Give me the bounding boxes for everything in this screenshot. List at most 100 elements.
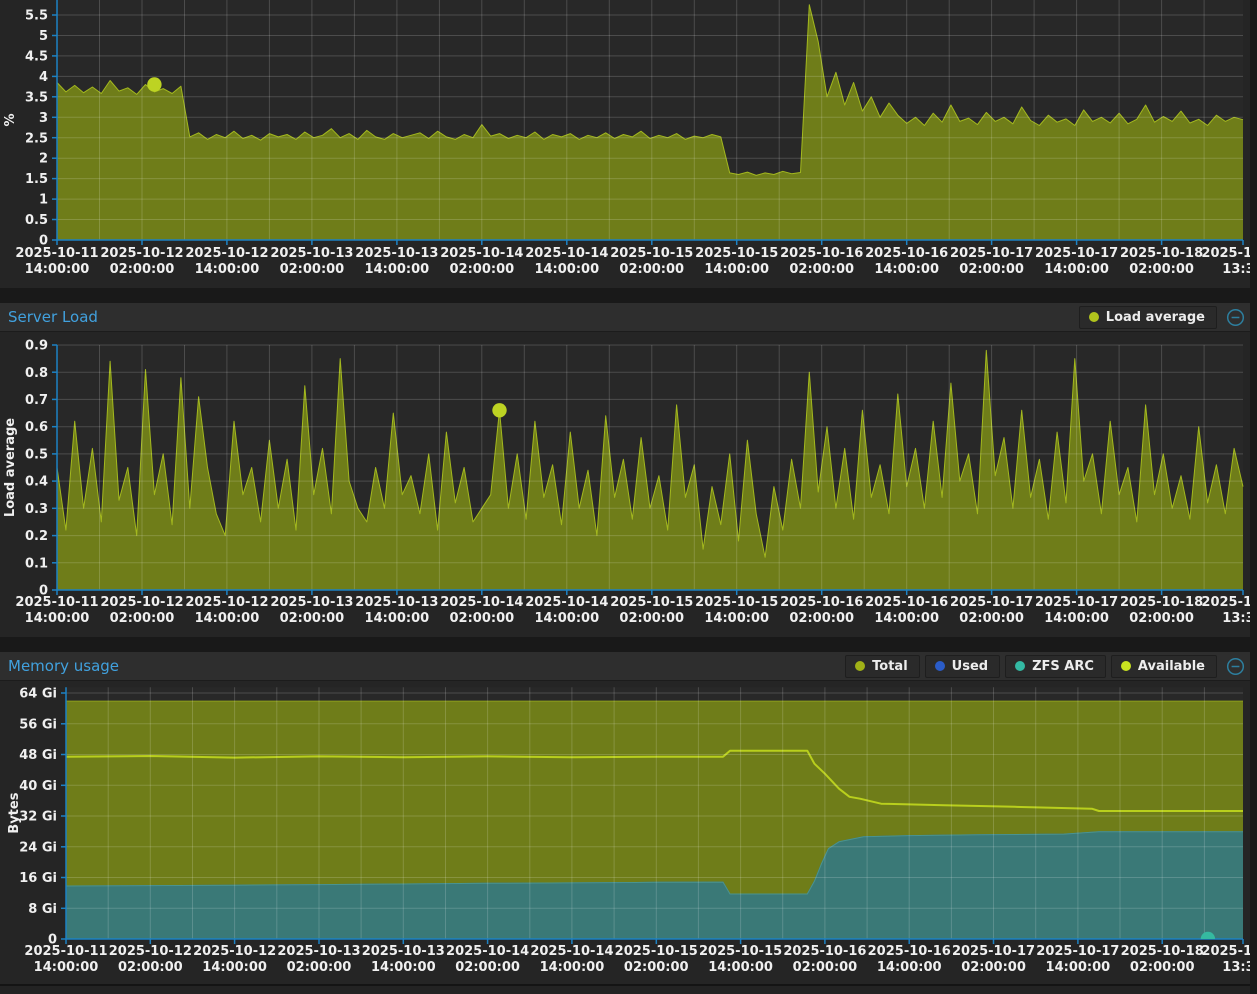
x-tick-label: 2025-10-1714:00:00 xyxy=(1035,595,1118,626)
x-tick-label: 2025-10-1114:00:00 xyxy=(15,595,98,626)
y-tick-label: 0.9 xyxy=(25,339,48,354)
x-tick-label: 2025-10-1813:30 xyxy=(1201,595,1257,626)
legend-item-load-average[interactable]: Load average xyxy=(1079,306,1217,329)
y-tick-label: 2 xyxy=(39,152,48,167)
y-tick-label: 8 Gi xyxy=(28,902,57,917)
series-color-dot xyxy=(1121,661,1131,671)
x-tick-label: 2025-10-1702:00:00 xyxy=(950,246,1033,277)
x-tick-label: 2025-10-1402:00:00 xyxy=(440,246,523,277)
highlighted-point-marker xyxy=(147,77,161,91)
x-tick-label: 2025-10-1414:00:00 xyxy=(530,944,613,975)
server-load-header: Server Load Load average xyxy=(0,303,1257,332)
y-tick-label: 32 Gi xyxy=(19,810,57,825)
y-tick-label: 48 Gi xyxy=(19,748,57,763)
x-tick-label: 2025-10-1214:00:00 xyxy=(185,595,268,626)
legend-item-available[interactable]: Available xyxy=(1111,655,1217,678)
y-tick-label: 40 Gi xyxy=(19,779,57,794)
x-tick-label: 2025-10-1302:00:00 xyxy=(270,246,353,277)
memory-usage-panel: Memory usage TotalUsedZFS ARCAvailable 0… xyxy=(0,652,1257,984)
legend-item-used[interactable]: Used xyxy=(925,655,1000,678)
x-tick-label: 2025-10-1702:00:00 xyxy=(950,595,1033,626)
x-tick-label: 2025-10-1202:00:00 xyxy=(100,595,183,626)
x-tick-label: 2025-10-1214:00:00 xyxy=(193,944,276,975)
legend-label: Load average xyxy=(1106,310,1205,325)
series-color-dot xyxy=(855,661,865,671)
y-axis-title: Bytes xyxy=(7,792,22,833)
x-tick-label: 2025-10-1614:00:00 xyxy=(865,246,948,277)
y-tick-label: 4.5 xyxy=(25,49,48,64)
series-color-dot xyxy=(1089,312,1099,322)
x-axis-labels: 2025-10-1114:00:002025-10-1202:00:002025… xyxy=(24,944,1257,975)
x-tick-label: 2025-10-1414:00:00 xyxy=(525,595,608,626)
x-tick-label: 2025-10-1614:00:00 xyxy=(868,944,951,975)
y-tick-label: 0.3 xyxy=(25,502,48,517)
point-markers xyxy=(147,77,161,91)
x-tick-label: 2025-10-1502:00:00 xyxy=(615,944,698,975)
x-tick-label: 2025-10-1602:00:00 xyxy=(780,595,863,626)
series-color-dot xyxy=(935,661,945,671)
x-tick-label: 2025-10-1802:00:00 xyxy=(1120,595,1203,626)
y-axis-labels: 00.10.20.30.40.50.60.70.80.9 xyxy=(25,339,48,599)
memory-usage-header: Memory usage Total Used ZFS ARC Available xyxy=(0,652,1257,681)
legend-label: Available xyxy=(1138,659,1205,674)
y-tick-label: 1.5 xyxy=(25,172,48,187)
x-tick-label: 2025-10-1714:00:00 xyxy=(1036,944,1119,975)
server-load-legend: Load average xyxy=(1079,306,1217,329)
circled-minus-icon xyxy=(1226,657,1245,676)
legend-item-total[interactable]: Total xyxy=(845,655,920,678)
x-tick-label: 2025-10-1314:00:00 xyxy=(362,944,445,975)
x-tick-label: 2025-10-1614:00:00 xyxy=(865,595,948,626)
collapse-panel-button[interactable] xyxy=(1226,308,1245,327)
x-tick-label: 2025-10-1202:00:00 xyxy=(109,944,192,975)
memory-usage-chart[interactable]: 08 Gi16 Gi24 Gi32 Gi40 Gi48 Gi56 Gi64 Gi… xyxy=(0,681,1257,984)
panel-title: Memory usage xyxy=(8,657,119,675)
y-tick-label: 3 xyxy=(39,111,48,126)
circled-minus-icon xyxy=(1226,308,1245,327)
legend-label: Total xyxy=(872,659,908,674)
y-axis-labels: 00.511.522.533.544.555.5 xyxy=(25,9,48,249)
y-tick-label: 2.5 xyxy=(25,131,48,146)
collapse-panel-button[interactable] xyxy=(1226,657,1245,676)
x-tick-label: 2025-10-1714:00:00 xyxy=(1035,246,1118,277)
x-tick-label: 2025-10-1514:00:00 xyxy=(699,944,782,975)
x-tick-label: 2025-10-1702:00:00 xyxy=(952,944,1035,975)
x-tick-label: 2025-10-1314:00:00 xyxy=(355,595,438,626)
y-tick-label: 0.5 xyxy=(25,447,48,462)
legend-label: Used xyxy=(952,659,988,674)
x-tick-label: 2025-10-1114:00:00 xyxy=(15,246,98,277)
cpu-usage-chart[interactable]: 00.511.522.533.544.555.52025-10-1114:00:… xyxy=(0,0,1257,288)
y-tick-label: 4 xyxy=(39,70,48,85)
x-tick-label: 2025-10-1302:00:00 xyxy=(270,595,353,626)
server-load-chart[interactable]: 00.10.20.30.40.50.60.70.80.92025-10-1114… xyxy=(0,332,1257,637)
highlighted-point-marker xyxy=(492,403,506,417)
x-axis-labels: 2025-10-1114:00:002025-10-1202:00:002025… xyxy=(15,595,1257,626)
x-tick-label: 2025-10-1302:00:00 xyxy=(277,944,360,975)
y-tick-label: 5 xyxy=(39,29,48,44)
x-tick-label: 2025-10-1214:00:00 xyxy=(185,246,268,277)
x-tick-label: 2025-10-1502:00:00 xyxy=(610,595,693,626)
y-tick-label: 1 xyxy=(39,193,48,208)
legend-label: ZFS ARC xyxy=(1032,659,1094,674)
y-tick-label: 0.4 xyxy=(25,475,48,490)
y-tick-label: 0.1 xyxy=(25,556,48,571)
y-tick-label: 5.5 xyxy=(25,9,48,24)
x-tick-label: 2025-10-1602:00:00 xyxy=(780,246,863,277)
y-axis-labels: 08 Gi16 Gi24 Gi32 Gi40 Gi48 Gi56 Gi64 Gi xyxy=(19,687,57,948)
x-tick-label: 2025-10-1402:00:00 xyxy=(446,944,529,975)
right-scroll-track[interactable] xyxy=(1250,0,1257,994)
server-load-panel: Server Load Load average 00.10.20.30.40.… xyxy=(0,303,1257,637)
cpu-usage-panel: 00.511.522.533.544.555.52025-10-1114:00:… xyxy=(0,0,1257,288)
y-tick-label: 0.6 xyxy=(25,420,48,435)
x-tick-label: 2025-10-1514:00:00 xyxy=(695,595,778,626)
x-tick-label: 2025-10-1502:00:00 xyxy=(610,246,693,277)
y-tick-label: 0.8 xyxy=(25,366,48,381)
x-tick-label: 2025-10-1602:00:00 xyxy=(783,944,866,975)
y-tick-label: 0.7 xyxy=(25,393,48,408)
x-tick-label: 2025-10-1813:30 xyxy=(1201,246,1257,277)
y-tick-label: 0.2 xyxy=(25,529,48,544)
y-axis-title: % xyxy=(3,113,18,126)
memory-usage-legend: Total Used ZFS ARC Available xyxy=(845,655,1217,678)
series-group xyxy=(66,701,1243,939)
x-tick-label: 2025-10-1802:00:00 xyxy=(1120,246,1203,277)
legend-item-zfs-arc[interactable]: ZFS ARC xyxy=(1005,655,1106,678)
